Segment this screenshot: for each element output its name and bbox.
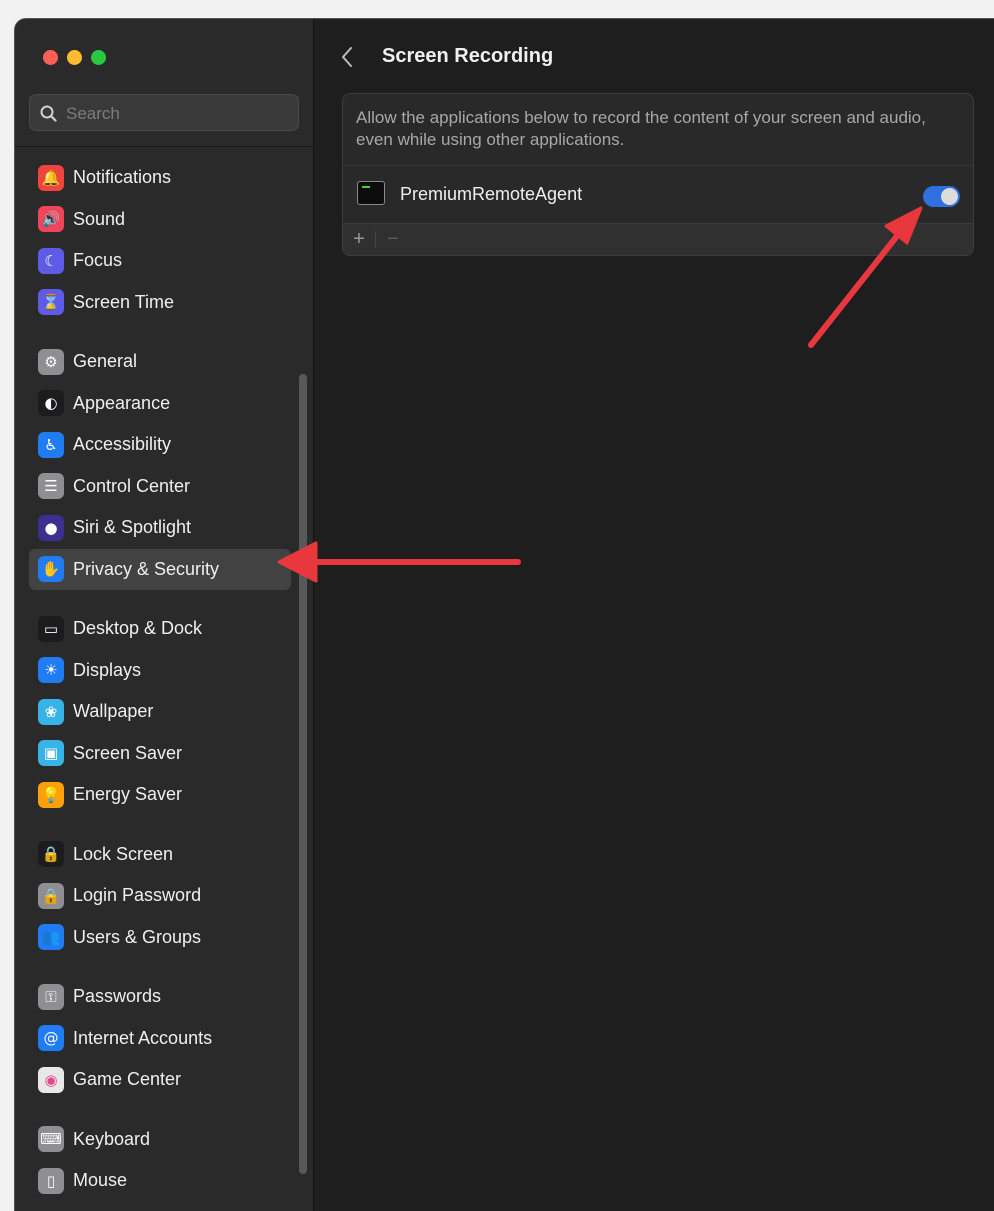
sidebar-item-accessibility[interactable]: ♿ Accessibility xyxy=(29,424,291,465)
remove-app-button[interactable]: − xyxy=(381,228,405,250)
hourglass-icon: ⌛ xyxy=(38,289,64,315)
speaker-icon: 🔊 xyxy=(38,206,64,232)
minimize-window-button[interactable] xyxy=(67,50,82,65)
traffic-lights xyxy=(43,50,106,65)
sidebar-item-label: Notifications xyxy=(73,167,172,187)
sidebar-item-label: Control Center xyxy=(73,475,191,496)
terminal-app-icon xyxy=(357,181,385,205)
lock-icon: 🔒 xyxy=(38,882,64,909)
main-pane: Screen Recording Allow the applications … xyxy=(314,19,994,1211)
sidebar-item-energy-saver[interactable]: 💡 Energy Saver xyxy=(29,774,291,815)
sidebar-item-users-groups[interactable]: 👥 Users & Groups xyxy=(29,917,291,958)
sidebar-item-label: Energy Saver xyxy=(73,784,183,804)
divider xyxy=(375,231,376,247)
sidebar-item-sound[interactable]: 🔊 Sound xyxy=(29,199,291,240)
sidebar-item-notifications[interactable]: 🔔 Notifications xyxy=(29,157,291,198)
sidebar-item-label: Users & Groups xyxy=(73,926,202,947)
sidebar-item-wallpaper[interactable]: ❀ Wallpaper xyxy=(29,691,291,732)
mouse-icon: ▯ xyxy=(38,1167,64,1194)
keyboard-icon: ⌨ xyxy=(38,1126,64,1152)
sidebar-item-privacy-security[interactable]: ✋ Privacy & Security xyxy=(29,548,291,590)
search-field[interactable] xyxy=(29,94,299,131)
panel-footer: + − xyxy=(343,223,973,255)
lightbulb-icon: 💡 xyxy=(38,781,64,808)
hand-icon: ✋ xyxy=(38,556,64,582)
magnifier-icon xyxy=(40,105,57,122)
sidebar-item-label: Passwords xyxy=(73,986,162,1006)
app-permission-toggle[interactable] xyxy=(923,186,960,207)
key-icon: ⚿ xyxy=(38,983,64,1010)
sidebar-item-label: Lock Screen xyxy=(73,843,174,864)
sidebar-item-screen-time[interactable]: ⌛ Screen Time xyxy=(29,282,291,323)
sidebar-item-label: Internet Accounts xyxy=(73,1027,213,1048)
flower-icon: ❀ xyxy=(38,698,64,725)
sidebar-item-appearance[interactable]: ◐ Appearance xyxy=(29,383,291,424)
sidebar-item-label: General xyxy=(73,351,138,371)
sidebar-item-keyboard[interactable]: ⌨ Keyboard xyxy=(29,1119,291,1160)
dock-icon: ▭ xyxy=(38,615,64,642)
settings-window: 🔔 Notifications 🔊 Sound ☾ Focus ⌛ Screen Time ⚙ G… xyxy=(14,18,994,1211)
sidebar-item-lock-screen[interactable]: 🔒 Lock Screen xyxy=(29,834,291,875)
game-center-icon: ◉ xyxy=(38,1066,64,1093)
search-input[interactable] xyxy=(64,101,293,127)
sidebar-item-label: Screen Saver xyxy=(73,742,183,763)
zoom-window-button[interactable] xyxy=(91,50,106,65)
sidebar-item-label: Siri & Spotlight xyxy=(73,517,192,537)
sidebar-item-control-center[interactable]: ☰ Control Center xyxy=(29,466,291,507)
sidebar-item-label: Login Password xyxy=(73,885,202,905)
sidebar-item-displays[interactable]: ☀ Displays xyxy=(29,650,291,691)
app-row: PremiumRemoteAgent xyxy=(343,166,973,224)
sidebar-item-label: Accessibility xyxy=(73,434,172,454)
sidebar-item-screen-saver[interactable]: ▣ Screen Saver xyxy=(29,733,291,774)
appearance-icon: ◐ xyxy=(38,390,64,416)
sidebar-item-label: Privacy & Security xyxy=(73,558,220,579)
sidebar-item-label: Desktop & Dock xyxy=(73,618,203,638)
add-app-button[interactable]: + xyxy=(347,228,371,250)
sidebar-item-game-center[interactable]: ◉ Game Center xyxy=(29,1059,291,1100)
sidebar-item-desktop-dock[interactable]: ▭ Desktop & Dock xyxy=(29,608,291,649)
sidebar-scrollbar[interactable] xyxy=(299,374,307,1174)
toggle-knob xyxy=(941,188,958,205)
gear-icon: ⚙ xyxy=(38,348,64,375)
users-icon: 👥 xyxy=(38,924,64,950)
accessibility-icon: ♿ xyxy=(38,431,64,458)
sidebar-item-label: Wallpaper xyxy=(73,701,154,721)
page-title: Screen Recording xyxy=(382,45,554,67)
sidebar-item-label: Sound xyxy=(73,208,126,229)
chevron-left-icon xyxy=(342,47,352,67)
moon-icon: ☾ xyxy=(38,247,64,274)
bell-icon: 🔔 xyxy=(38,164,64,191)
sidebar-item-label: Game Center xyxy=(73,1069,182,1089)
divider xyxy=(15,146,313,147)
sidebar-item-passwords[interactable]: ⚿ Passwords xyxy=(29,976,291,1017)
siri-icon: ● xyxy=(38,514,64,541)
close-window-button[interactable] xyxy=(43,50,58,65)
screensaver-icon: ▣ xyxy=(38,740,64,766)
sun-icon: ☀ xyxy=(38,657,64,683)
screen-recording-panel: Allow the applications below to record t… xyxy=(342,93,974,256)
sidebar-item-internet-accounts[interactable]: @ Internet Accounts xyxy=(29,1018,291,1059)
sidebar-item-mouse[interactable]: ▯ Mouse xyxy=(29,1160,291,1201)
sidebar-item-label: Keyboard xyxy=(73,1128,151,1149)
sidebar: 🔔 Notifications 🔊 Sound ☾ Focus ⌛ Screen Time ⚙ G… xyxy=(15,19,314,1211)
sidebar-item-siri-spotlight[interactable]: ● Siri & Spotlight xyxy=(29,507,291,548)
sidebar-item-label: Screen Time xyxy=(73,291,175,312)
panel-description: Allow the applications below to record t… xyxy=(356,108,926,149)
sidebar-item-label: Focus xyxy=(73,250,123,270)
sidebar-item-focus[interactable]: ☾ Focus xyxy=(29,240,291,281)
sidebar-item-label: Mouse xyxy=(73,1170,128,1190)
back-button[interactable] xyxy=(340,43,360,71)
sidebar-item-label: Appearance xyxy=(73,392,171,413)
sidebar-item-general[interactable]: ⚙ General xyxy=(29,341,291,382)
switches-icon: ☰ xyxy=(38,473,64,499)
sidebar-item-login-password[interactable]: 🔒 Login Password xyxy=(29,875,291,916)
sidebar-item-label: Displays xyxy=(73,659,142,680)
at-icon: @ xyxy=(38,1025,64,1051)
lock-screen-icon: 🔒 xyxy=(38,841,64,867)
app-name: PremiumRemoteAgent xyxy=(400,184,583,204)
